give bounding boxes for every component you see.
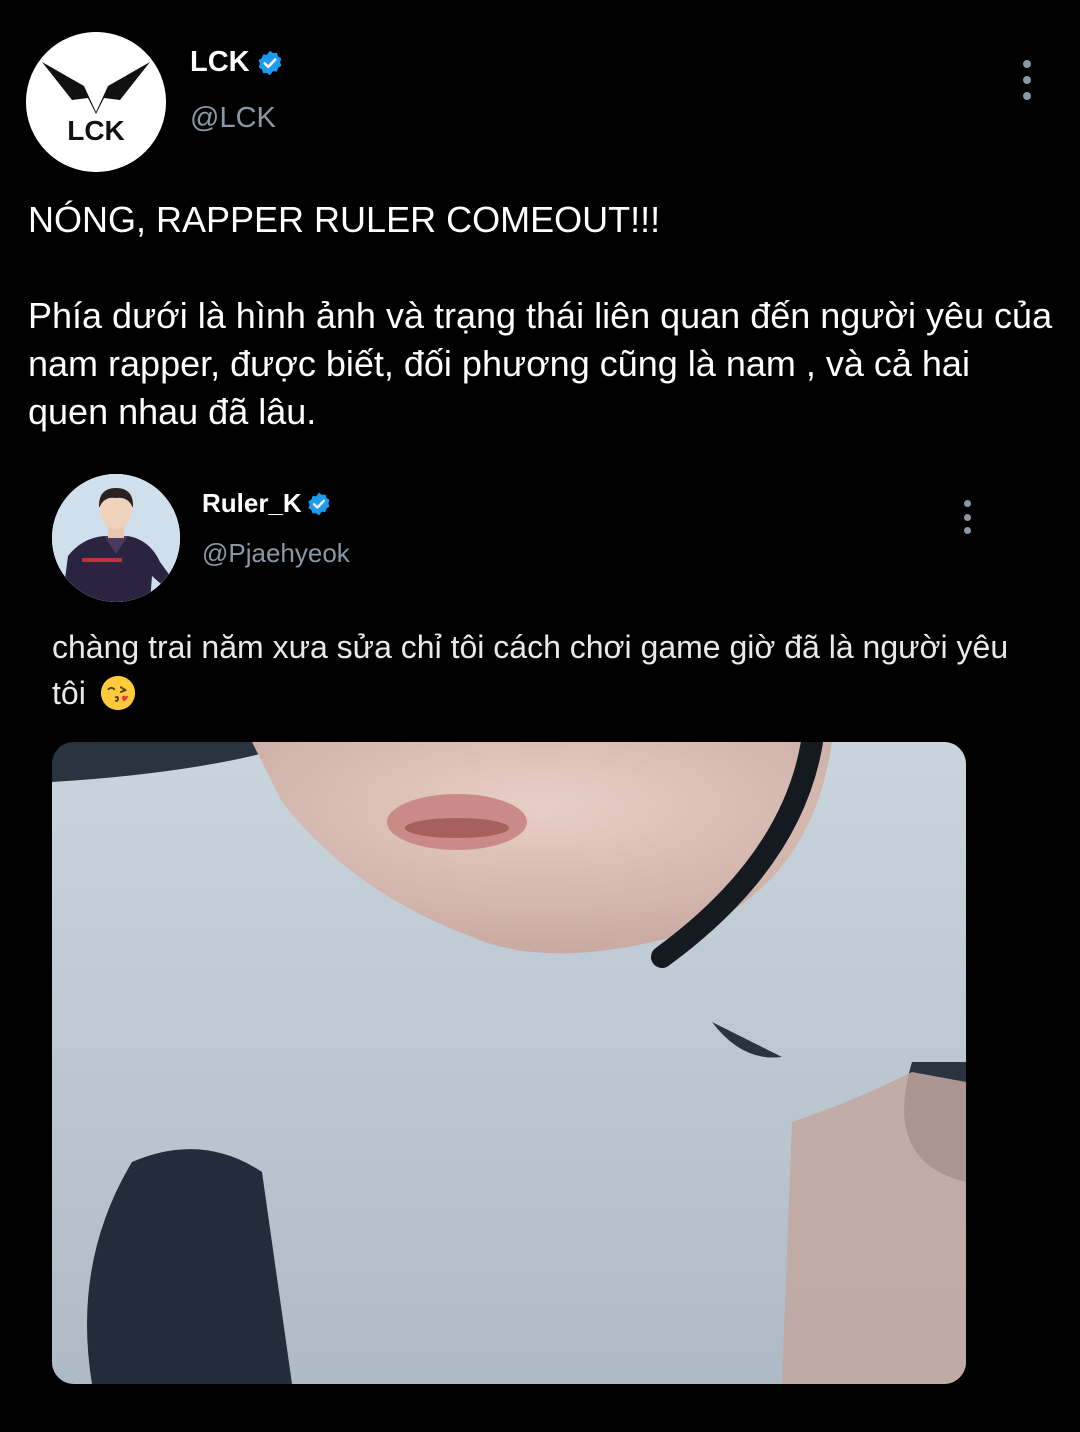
- tweet-text: NÓNG, RAPPER RULER COMEOUT!!! Phía dưới …: [28, 196, 1058, 436]
- verified-badge-icon: [258, 50, 281, 75]
- attached-photo-image: [52, 742, 966, 1384]
- tweet-body: Phía dưới là hình ảnh và trạng thái liên…: [28, 295, 1053, 432]
- embedded-author-handle[interactable]: @Pjaehyeok: [202, 538, 350, 569]
- lck-avatar[interactable]: LCK: [26, 32, 166, 172]
- embedded-tweet-text: chàng trai năm xưa sửa chỉ tôi cách chơi…: [52, 624, 1012, 716]
- author-name-text: LCK: [190, 46, 250, 78]
- logo-text: LCK: [67, 115, 125, 146]
- author-name[interactable]: LCK: [190, 46, 284, 79]
- lck-logo: LCK: [26, 32, 166, 172]
- face-blowing-kiss-emoji-icon: [100, 675, 135, 711]
- more-vertical-icon[interactable]: [1020, 60, 1034, 100]
- attached-photo[interactable]: [52, 742, 966, 1384]
- embedded-tweet-text-content: chàng trai năm xưa sửa chỉ tôi cách chơi…: [52, 629, 1009, 711]
- tweet-headline: NÓNG, RAPPER RULER COMEOUT!!!: [28, 199, 661, 240]
- author-handle[interactable]: @LCK: [190, 102, 276, 135]
- ruler-avatar-image: [52, 474, 180, 602]
- more-vertical-icon[interactable]: [960, 500, 974, 534]
- verified-badge-icon: [308, 492, 330, 515]
- embedded-author-name[interactable]: Ruler_K: [202, 488, 332, 519]
- ruler-avatar[interactable]: [52, 474, 180, 602]
- embedded-author-name-text: Ruler_K: [202, 488, 302, 518]
